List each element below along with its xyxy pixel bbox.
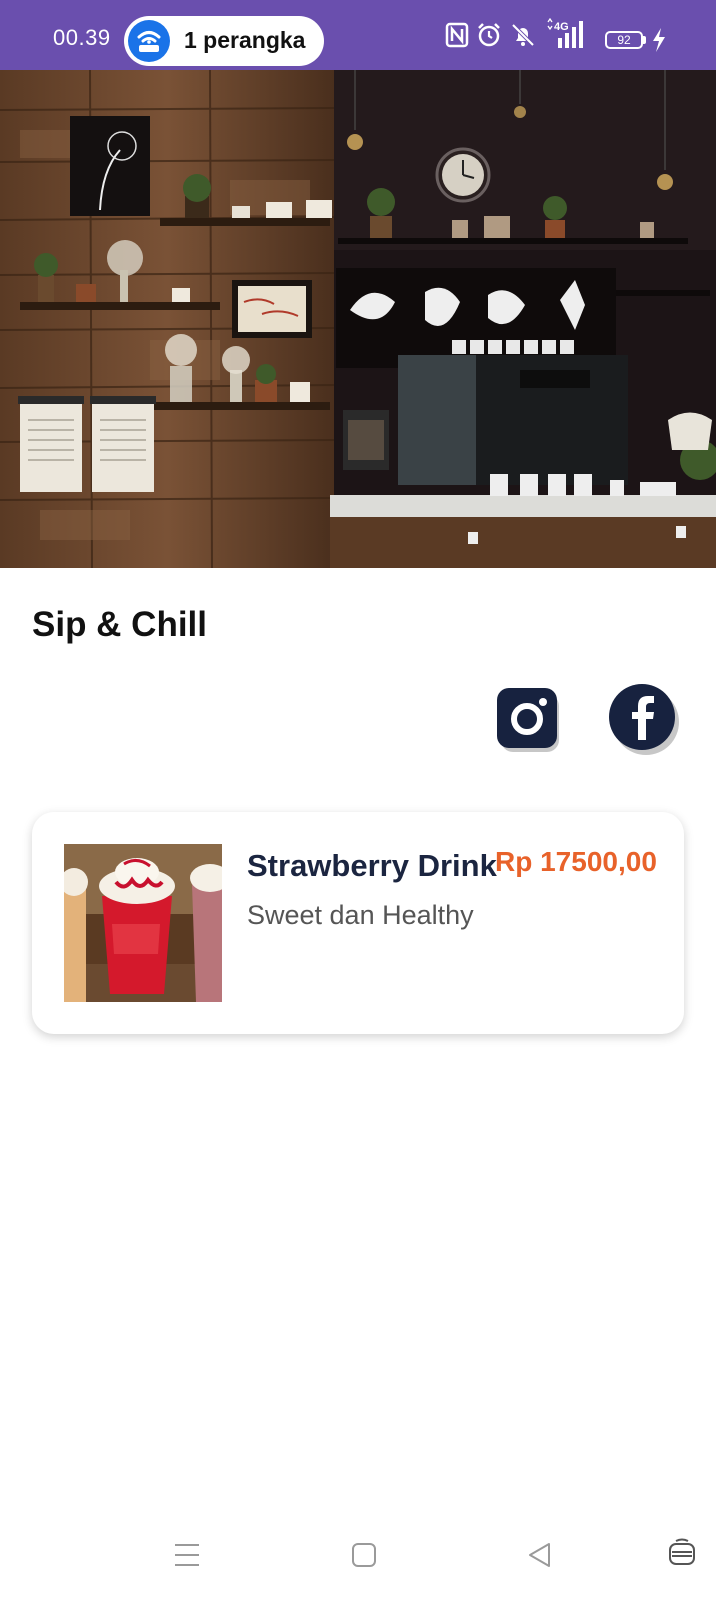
- product-price: Rp 17500,00: [495, 846, 657, 877]
- shop-title: Sip & Chill: [32, 605, 207, 644]
- facebook-icon: [609, 684, 679, 755]
- status-time: 00.39: [53, 25, 111, 50]
- instagram-icon: [497, 688, 559, 752]
- charging-bolt-icon: [652, 28, 666, 57]
- battery-level: 92: [617, 33, 631, 47]
- hotspot-label: 1 perangka: [184, 27, 306, 53]
- menu-item-card[interactable]: Strawberry Drink Rp 17500,00 Sweet dan H…: [32, 812, 684, 1034]
- alarm-icon: [476, 22, 502, 53]
- product-description: Sweet dan Healthy: [247, 900, 474, 930]
- nfc-icon: [445, 22, 469, 53]
- battery-icon: 92: [605, 31, 643, 49]
- hero-image: [0, 70, 716, 568]
- recent-apps-icon[interactable]: [174, 1542, 200, 1573]
- instagram-button[interactable]: [497, 686, 563, 752]
- product-image: [64, 844, 222, 1002]
- system-nav-bar: [0, 1510, 716, 1600]
- mute-bell-icon: [510, 22, 536, 53]
- battery-tip: [643, 36, 646, 44]
- back-icon[interactable]: [527, 1542, 553, 1573]
- signal-4g-icon: 4G: [546, 17, 588, 55]
- svg-text:4G: 4G: [554, 21, 569, 33]
- product-name: Strawberry Drink: [247, 848, 497, 883]
- hotspot-icon: [128, 20, 170, 62]
- status-bar: 00.39 1 perangka 4G 92: [0, 0, 716, 70]
- facebook-button[interactable]: [609, 684, 679, 755]
- assistant-icon[interactable]: [668, 1538, 696, 1575]
- hotspot-chip[interactable]: 1 perangka: [124, 16, 324, 66]
- home-icon[interactable]: [351, 1542, 377, 1573]
